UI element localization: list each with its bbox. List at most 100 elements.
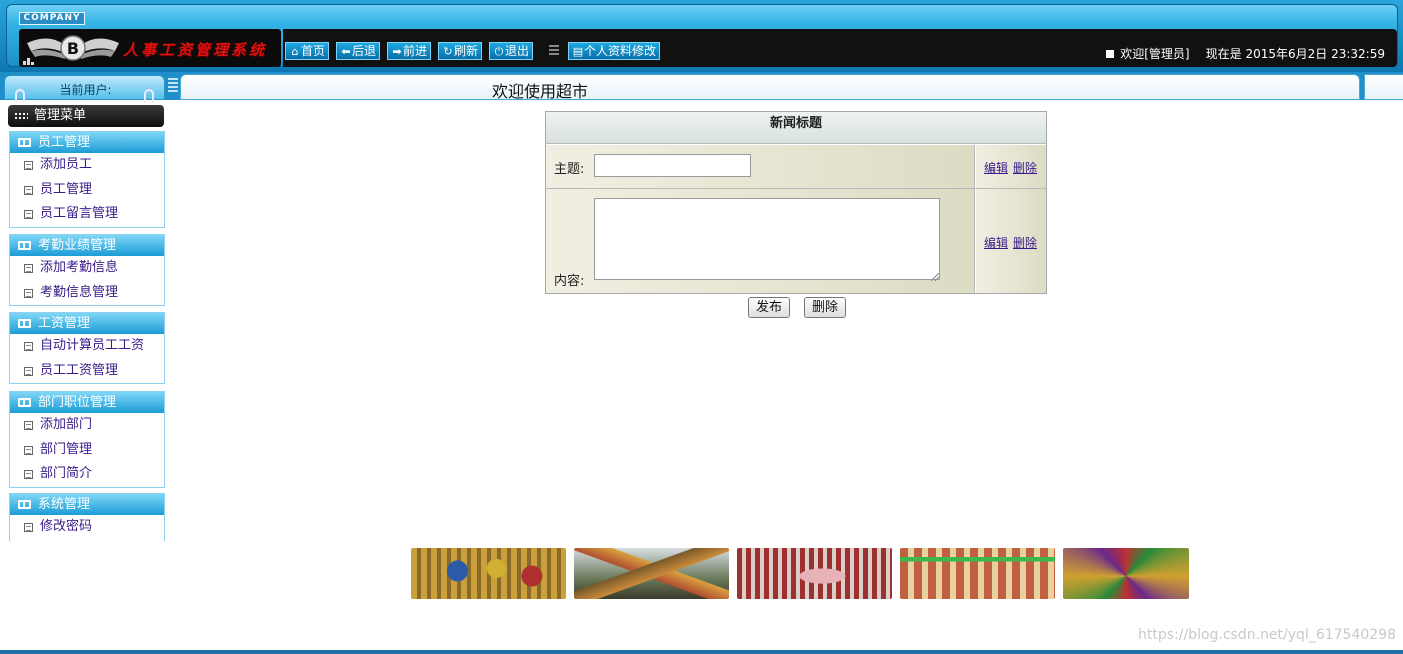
menu-item-department-management[interactable]: 部门管理	[10, 438, 164, 463]
splitter-grip[interactable]	[168, 78, 178, 94]
news-form-header: 新闻标题	[546, 112, 1046, 144]
document-icon	[24, 210, 33, 219]
home-label: 首页	[301, 44, 326, 58]
menu-group-attendance: 考勤业绩管理 添加考勤信息 考勤信息管理	[9, 234, 165, 306]
menu-item-label: 员工管理	[40, 181, 93, 197]
menu-item-label: 部门管理	[40, 441, 93, 457]
menu-item-label: 添加员工	[40, 157, 93, 172]
group-title: 考勤业绩管理	[38, 238, 117, 253]
document-icon	[24, 161, 33, 170]
news-form: 新闻标题 主题: 编辑 删除 内容: 编辑 删除	[545, 111, 1047, 294]
menu-item-label: 员工工资管理	[40, 362, 119, 378]
logout-button[interactable]: ⏻ 退出	[489, 42, 534, 60]
content-actions: 编辑 删除	[976, 189, 1046, 293]
photo-fish-display	[737, 548, 892, 599]
group-header-salary[interactable]: 工资管理	[10, 313, 164, 334]
subject-cell: 主题:	[546, 145, 975, 188]
logout-label: 退出	[505, 44, 530, 58]
delete-subject-link[interactable]: 删除	[1013, 159, 1037, 176]
menu-item-label: 自动计算员工工资	[40, 338, 145, 353]
refresh-icon: ↻	[443, 45, 453, 58]
sub-bar: 当前用户: 欢迎使用超市	[0, 72, 1403, 103]
sidebar: 管理菜单 员工管理 添加员工 员工管理 员工留言管理 考勤业绩管理 添加考勤信息…	[0, 100, 172, 541]
page-title-bar: 欢迎使用超市	[180, 74, 1360, 101]
delete-content-link[interactable]: 删除	[1013, 234, 1037, 251]
forward-button[interactable]: ➡前进	[387, 42, 432, 60]
profile-edit-button[interactable]: ▤个人资料修改	[568, 42, 661, 60]
group-header-attendance[interactable]: 考勤业绩管理	[10, 235, 164, 256]
winged-b-logo-icon: B	[27, 35, 119, 61]
arrow-left-icon: ⬅	[341, 45, 351, 58]
menu-item-department-intro[interactable]: 部门简介	[10, 462, 164, 487]
photo-fruit-display	[1063, 548, 1189, 599]
current-user-tab: 当前用户:	[4, 75, 165, 103]
content-cell: 内容:	[546, 189, 975, 293]
menu-group-salary: 工资管理 自动计算员工工资 员工工资管理	[9, 312, 165, 384]
book-icon	[18, 500, 31, 509]
title-bar-right	[1364, 74, 1403, 100]
menu-title-label: 管理菜单	[34, 108, 87, 123]
forward-label: 前进	[403, 44, 428, 58]
subject-actions: 编辑 删除	[976, 145, 1046, 188]
current-datetime: 2015年6月2日 23:32:59	[1245, 47, 1385, 61]
publish-button[interactable]: 发布	[748, 297, 790, 318]
power-icon: ⏻	[494, 45, 504, 58]
group-header-system[interactable]: 系统管理	[10, 494, 164, 515]
menu-item-employee-messages[interactable]: 员工留言管理	[10, 202, 164, 227]
menu-group-system: 系统管理 修改密码	[9, 493, 165, 541]
subject-label: 主题:	[554, 162, 585, 177]
menu-group-departments: 部门职位管理 添加部门 部门管理 部门简介	[9, 391, 165, 488]
arrow-right-icon: ➡	[392, 45, 402, 58]
subject-input[interactable]	[594, 154, 751, 177]
signal-bars-icon	[23, 58, 34, 65]
header-panel: COMPANY B 人事工资管理系统 ⌂ 首页 ⬅后退 ➡前进 ↻刷新 ⏻ 退出 ▤…	[6, 4, 1398, 67]
home-button[interactable]: ⌂ 首页	[285, 42, 330, 60]
document-icon: ▤	[572, 45, 584, 58]
book-icon	[18, 138, 31, 147]
document-icon	[24, 366, 33, 376]
group-title: 员工管理	[38, 135, 91, 150]
group-title: 部门职位管理	[38, 395, 117, 410]
photo-store-interior	[900, 548, 1055, 599]
photo-food-display	[574, 548, 729, 599]
edit-content-link[interactable]: 编辑	[984, 234, 1008, 251]
home-icon: ⌂	[291, 45, 299, 58]
content-textarea[interactable]	[594, 198, 940, 280]
document-icon	[24, 470, 33, 479]
menu-item-label: 添加考勤信息	[40, 260, 119, 275]
photo-arcade-display	[411, 548, 566, 599]
group-header-employees[interactable]: 员工管理	[10, 132, 164, 153]
bullet-square-icon	[1106, 50, 1115, 58]
company-tag: COMPANY	[19, 12, 85, 25]
menu-item-attendance-management[interactable]: 考勤信息管理	[10, 281, 164, 306]
menu-item-add-employee[interactable]: 添加员工	[10, 153, 164, 178]
delete-button[interactable]: 删除	[804, 297, 846, 318]
logo: B 人事工资管理系统	[19, 29, 281, 67]
refresh-button[interactable]: ↻刷新	[438, 42, 483, 60]
resize-handle-icon[interactable]	[931, 273, 939, 281]
menu-item-add-department[interactable]: 添加部门	[10, 413, 164, 438]
menu-item-change-password[interactable]: 修改密码	[10, 515, 164, 540]
toolbar-separator	[549, 45, 559, 57]
document-icon	[24, 185, 33, 195]
menu-item-salary-management[interactable]: 员工工资管理	[10, 359, 164, 384]
document-icon	[24, 445, 33, 455]
menu-item-auto-calculate-salary[interactable]: 自动计算员工工资	[10, 334, 164, 359]
document-icon	[24, 288, 33, 298]
menu-item-label: 添加部门	[40, 417, 93, 432]
book-icon	[18, 398, 31, 407]
toolbar: ⌂ 首页 ⬅后退 ➡前进 ↻刷新 ⏻ 退出 ▤个人资料修改 欢迎[管理员] 现在是 2…	[283, 29, 1397, 67]
group-title: 工资管理	[38, 316, 91, 331]
refresh-label: 刷新	[454, 44, 479, 58]
menu-item-add-attendance[interactable]: 添加考勤信息	[10, 256, 164, 281]
now-label: 现在是	[1205, 47, 1242, 61]
content-label: 内容:	[554, 274, 585, 289]
menu-item-label: 考勤信息管理	[40, 284, 119, 300]
group-header-departments[interactable]: 部门职位管理	[10, 392, 164, 413]
edit-subject-link[interactable]: 编辑	[984, 159, 1008, 176]
menu-item-employee-management[interactable]: 员工管理	[10, 178, 164, 203]
back-button[interactable]: ⬅后退	[336, 42, 381, 60]
app-header: COMPANY B 人事工资管理系统 ⌂ 首页 ⬅后退 ➡前进 ↻刷新 ⏻ 退出 ▤…	[0, 0, 1403, 72]
document-icon	[24, 421, 33, 430]
document-icon	[24, 523, 33, 532]
